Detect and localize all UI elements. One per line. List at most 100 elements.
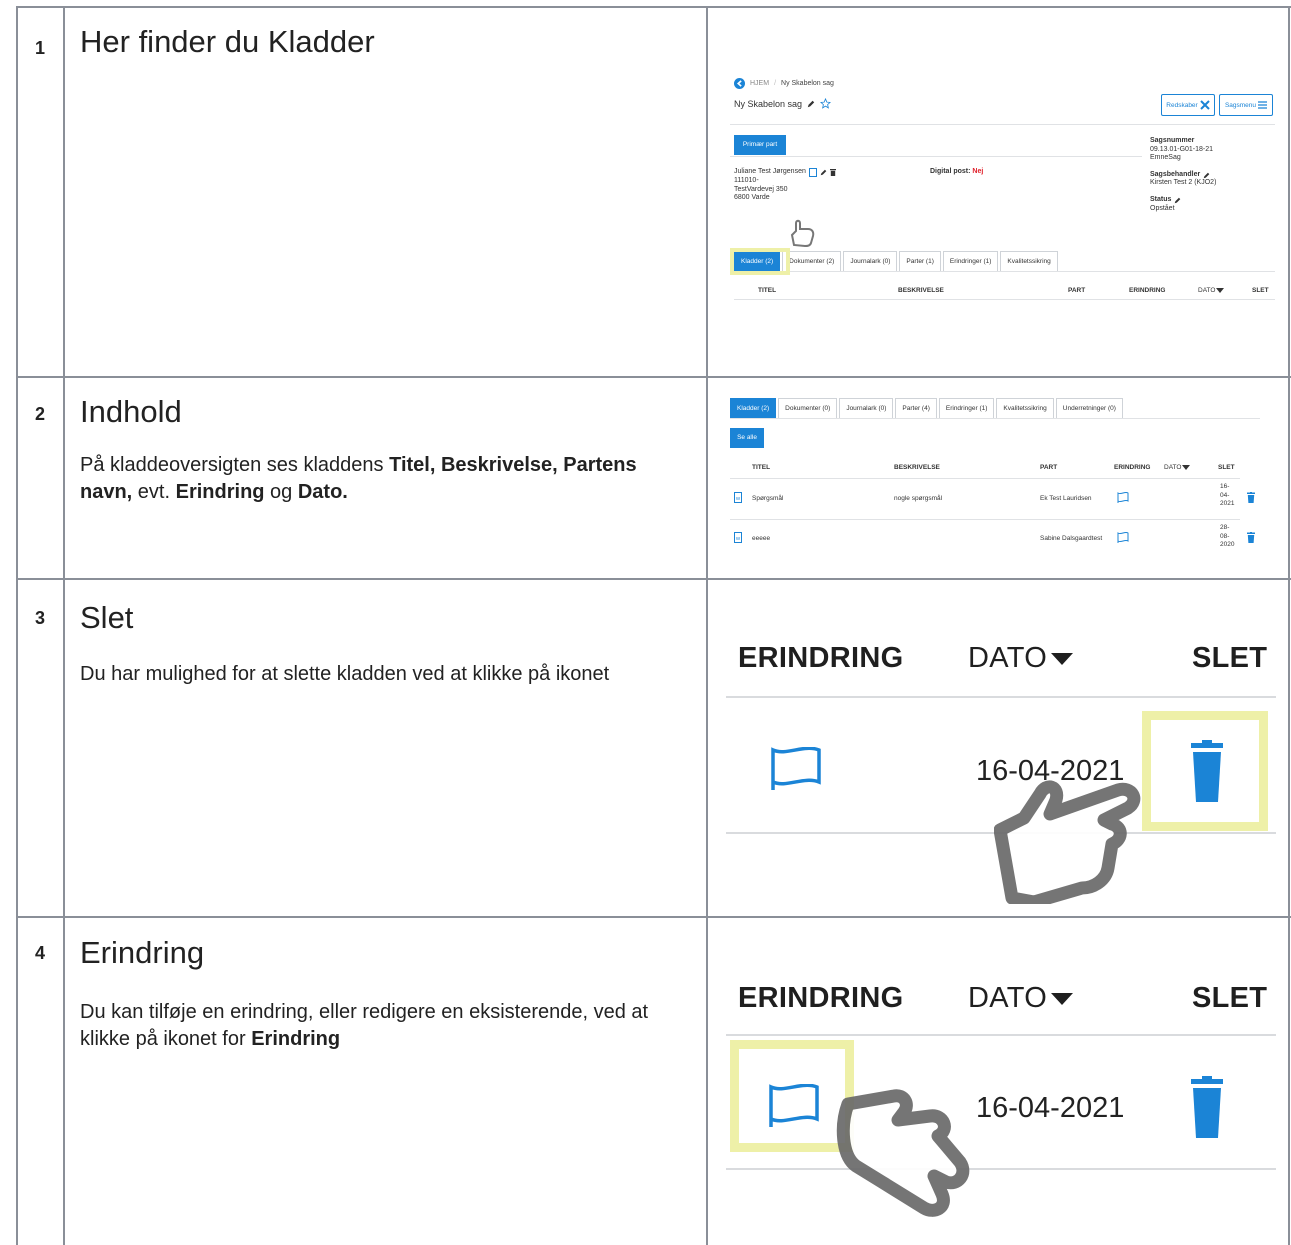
digital-post-value: Nej bbox=[972, 168, 984, 175]
step-title: Indhold bbox=[80, 394, 182, 429]
contact-card-icon[interactable] bbox=[808, 168, 817, 177]
case-menu-button[interactable]: Sagsmenu bbox=[1219, 94, 1273, 116]
hamburger-icon bbox=[1258, 101, 1268, 109]
breadcrumb-separator: / bbox=[774, 80, 777, 87]
party-name: Juliane Test Jørgensen bbox=[734, 168, 806, 176]
table-border-mid bbox=[706, 6, 708, 1245]
column-header-description[interactable]: BESKRIVELSE bbox=[894, 464, 940, 471]
divider bbox=[726, 1168, 1276, 1170]
table-border-top bbox=[16, 6, 1291, 8]
pencil-icon[interactable] bbox=[820, 169, 827, 176]
tab-journal[interactable]: Journalark (0) bbox=[839, 398, 894, 419]
step-description: Du har mulighed for at slette kladden ve… bbox=[80, 663, 610, 685]
trash-icon[interactable] bbox=[1247, 492, 1255, 503]
tab-parties[interactable]: Parter (4) bbox=[895, 398, 937, 419]
trash-icon[interactable] bbox=[829, 169, 836, 176]
column-header-reminder: ERINDRING bbox=[738, 982, 904, 1014]
column-header-date: DATO bbox=[968, 642, 1074, 675]
word-document-icon: W bbox=[734, 532, 742, 543]
primary-party-button[interactable]: Primær part bbox=[734, 135, 786, 155]
tools-button[interactable]: Redskaber bbox=[1161, 94, 1215, 116]
hand-pointer-icon bbox=[994, 780, 1141, 904]
flag-outline-icon[interactable] bbox=[770, 747, 822, 791]
tab-reminders[interactable]: Erindringer (1) bbox=[938, 398, 995, 419]
step-number: 2 bbox=[34, 404, 45, 424]
digital-post-label: Digital post: bbox=[930, 168, 971, 175]
pencil-icon[interactable] bbox=[807, 100, 815, 108]
reminder-zoom-screenshot: ERINDRING DATO SLET 16-04-2021 bbox=[722, 940, 1282, 1240]
column-header-date-label: DATO bbox=[968, 982, 1048, 1014]
drafts-list-screenshot: Kladder (2) Dokumenter (0) Journalark (0… bbox=[730, 398, 1266, 568]
column-header-title[interactable]: TITEL bbox=[752, 464, 770, 471]
tab-parties[interactable]: Parter (1) bbox=[899, 251, 941, 272]
column-header-party[interactable]: PART bbox=[1040, 464, 1057, 471]
tools-button-label: Redskaber bbox=[1166, 101, 1198, 109]
column-header-delete: SLET bbox=[1192, 982, 1268, 1014]
see-all-button[interactable]: Se alle bbox=[730, 428, 764, 448]
divider bbox=[730, 156, 1142, 157]
row-party: Sabine Dalsgaardtest bbox=[1040, 535, 1103, 542]
row-title: Spørgsmål bbox=[752, 495, 784, 502]
arrow-left-circle-icon[interactable] bbox=[734, 78, 745, 89]
handler-value: Kirsten Test 2 (KJO2) bbox=[1150, 179, 1217, 187]
hand-pointer-icon bbox=[790, 219, 815, 248]
tab-documents[interactable]: Dokumenter (0) bbox=[778, 398, 838, 419]
digital-post: Digital post: Nej bbox=[930, 168, 983, 175]
star-outline-icon[interactable] bbox=[820, 98, 832, 109]
step-title: Slet bbox=[80, 600, 134, 635]
step-description: Du kan tilføje en erindring, eller redig… bbox=[80, 1001, 649, 1050]
trash-icon[interactable] bbox=[1191, 740, 1223, 802]
flag-outline-icon[interactable] bbox=[1117, 532, 1129, 543]
column-header-date[interactable]: DATO bbox=[1198, 287, 1225, 294]
trash-icon[interactable] bbox=[1191, 1076, 1223, 1138]
case-view-screenshot: HJEM / Ny Skabelon sag Ny Skabelon sag R… bbox=[730, 76, 1275, 311]
tab-journal[interactable]: Journalark (0) bbox=[843, 251, 898, 272]
flag-outline-icon[interactable] bbox=[768, 1084, 820, 1128]
breadcrumb-home[interactable]: HJEM bbox=[750, 80, 769, 87]
table-row-divider bbox=[16, 916, 1291, 918]
caret-down-icon bbox=[1182, 465, 1191, 470]
column-header-reminder: ERINDRING bbox=[738, 642, 904, 674]
case-menu-label: Sagsmenu bbox=[1224, 101, 1257, 109]
tab-quality[interactable]: Kvalitetssikring bbox=[996, 398, 1054, 419]
column-header-date-label: DATO bbox=[1164, 464, 1182, 471]
divider bbox=[730, 519, 1240, 520]
column-header-date[interactable]: DATO bbox=[1164, 464, 1191, 471]
handler-label: Sagsbehandler bbox=[1150, 170, 1201, 178]
column-header-party[interactable]: PART bbox=[1068, 287, 1085, 294]
trash-icon[interactable] bbox=[1247, 532, 1255, 543]
flag-outline-icon[interactable] bbox=[1117, 492, 1129, 503]
column-header-delete: SLET bbox=[1192, 642, 1268, 674]
word-document-icon: W bbox=[734, 492, 742, 503]
tab-drafts[interactable]: Kladder (2) bbox=[730, 398, 777, 419]
step-title: Her finder du Kladder bbox=[80, 24, 375, 59]
pencil-icon[interactable] bbox=[1174, 197, 1181, 204]
step-title: Erindring bbox=[80, 935, 205, 970]
column-header-reminder[interactable]: ERINDRING bbox=[1129, 287, 1165, 294]
table-border-right bbox=[1288, 6, 1290, 1245]
row-date: 16-04-2021 bbox=[1220, 483, 1235, 507]
divider bbox=[726, 1034, 1276, 1036]
column-header-reminder[interactable]: ERINDRING bbox=[1114, 464, 1150, 471]
column-header-date-label: DATO bbox=[968, 642, 1048, 674]
status-value: Opstået bbox=[1150, 204, 1175, 212]
tab-documents[interactable]: Dokumenter (2) bbox=[782, 251, 842, 272]
column-header-title[interactable]: TITEL bbox=[758, 287, 776, 294]
highlight-box bbox=[730, 248, 790, 275]
tab-notifications[interactable]: Underretninger (0) bbox=[1055, 398, 1123, 419]
column-header-delete[interactable]: SLET bbox=[1218, 464, 1235, 471]
table-row-divider bbox=[16, 578, 1291, 580]
tab-reminders[interactable]: Erindringer (1) bbox=[942, 251, 999, 272]
column-header-description[interactable]: BESKRIVELSE bbox=[898, 287, 944, 294]
party-id: 111010- bbox=[734, 177, 759, 184]
pencil-icon[interactable] bbox=[1203, 172, 1210, 179]
case-title-row: Ny Skabelon sag bbox=[734, 98, 832, 109]
divider bbox=[730, 478, 1240, 479]
divider bbox=[734, 299, 1275, 300]
tab-underline bbox=[730, 271, 1275, 272]
column-header-date: DATO bbox=[968, 982, 1074, 1015]
step-description: På kladdeoversigten ses kladdens Titel, … bbox=[80, 454, 637, 503]
tab-quality[interactable]: Kvalitetssikring bbox=[1000, 251, 1058, 272]
column-header-delete[interactable]: SLET bbox=[1252, 287, 1269, 294]
step-number: 4 bbox=[34, 943, 45, 963]
